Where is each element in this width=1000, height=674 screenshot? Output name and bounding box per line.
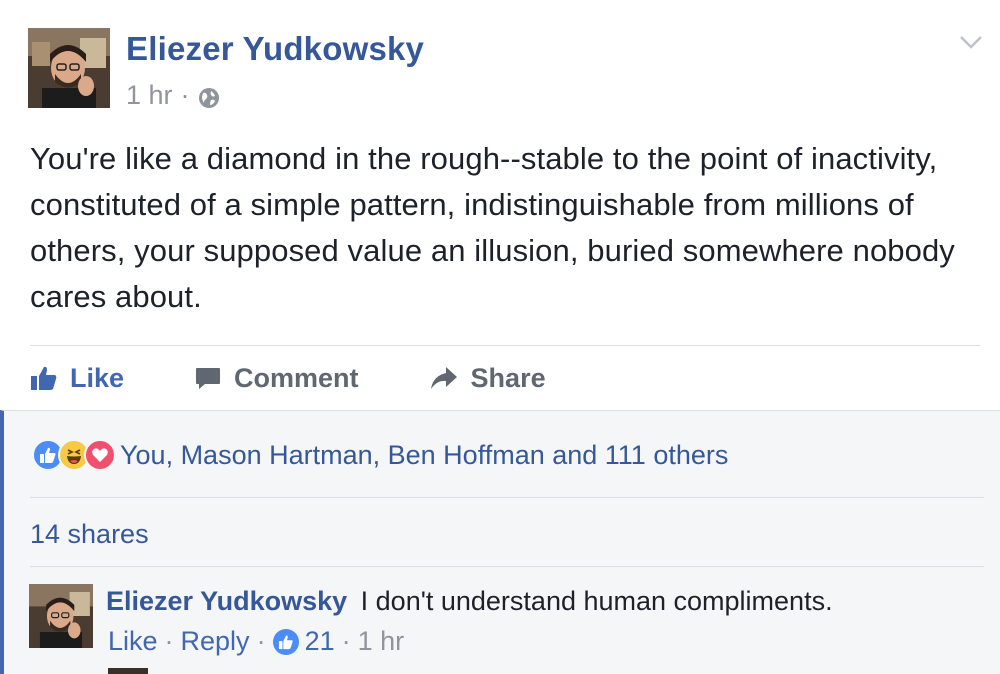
comment-like-count[interactable]: 21: [305, 626, 335, 657]
post-body-text: You're like a diamond in the rough--stab…: [30, 141, 955, 314]
facebook-post: Eliezer Yudkowsky 1 hr · You're like a d…: [0, 0, 1000, 674]
share-arrow-icon: [430, 367, 457, 389]
post-meta: 1 hr ·: [126, 80, 220, 111]
love-reaction-icon: [84, 439, 116, 471]
comment-meta-separator: ·: [164, 626, 174, 656]
comment-meta: Like · Reply · 21 · 1 hr: [108, 626, 404, 657]
comment-timestamp[interactable]: 1 hr: [358, 626, 405, 657]
like-label: Like: [70, 362, 125, 393]
share-label: Share: [470, 362, 546, 393]
shares-count[interactable]: 14 shares: [30, 519, 149, 550]
thumbs-up-icon: [31, 366, 57, 390]
reactors-text[interactable]: You, Mason Hartman, Ben Hoffman and 111 …: [120, 440, 728, 471]
comment-button[interactable]: Comment: [194, 363, 359, 394]
comment-author-name[interactable]: Eliezer Yudkowsky: [106, 586, 347, 616]
comment-meta-separator: ·: [256, 626, 266, 656]
like-button[interactable]: Like: [30, 363, 124, 394]
comment-icon: [196, 368, 221, 389]
avatar-photo: [28, 28, 110, 108]
shares-divider: [30, 566, 984, 567]
post-author-name[interactable]: Eliezer Yudkowsky: [126, 30, 424, 68]
avatar-photo: [29, 584, 93, 648]
globe-icon[interactable]: [198, 85, 220, 108]
post-action-bar: Like Comment Share: [30, 356, 616, 400]
comment-meta-separator: ·: [341, 626, 351, 656]
reactions-summary[interactable]: You, Mason Hartman, Ben Hoffman and 111 …: [32, 439, 728, 471]
next-comment-avatar-edge: [108, 668, 148, 674]
comment-like-link[interactable]: Like: [108, 626, 158, 657]
chevron-down-icon[interactable]: [958, 32, 984, 52]
post-divider: [30, 345, 980, 346]
share-button[interactable]: Share: [429, 363, 546, 394]
comment-reply-link[interactable]: Reply: [181, 626, 250, 657]
comment-label: Comment: [234, 362, 359, 393]
comment-like-count-icon[interactable]: [272, 628, 299, 655]
meta-separator: ·: [180, 80, 190, 110]
comment-body: Eliezer Yudkowsky I don't understand hum…: [106, 586, 833, 617]
reaction-icons: [32, 439, 116, 471]
comment-text: I don't understand human compliments.: [360, 586, 833, 616]
reactions-divider: [30, 497, 984, 498]
comment-author-avatar[interactable]: [29, 584, 93, 648]
author-avatar[interactable]: [28, 28, 110, 108]
post-timestamp[interactable]: 1 hr: [126, 80, 173, 111]
